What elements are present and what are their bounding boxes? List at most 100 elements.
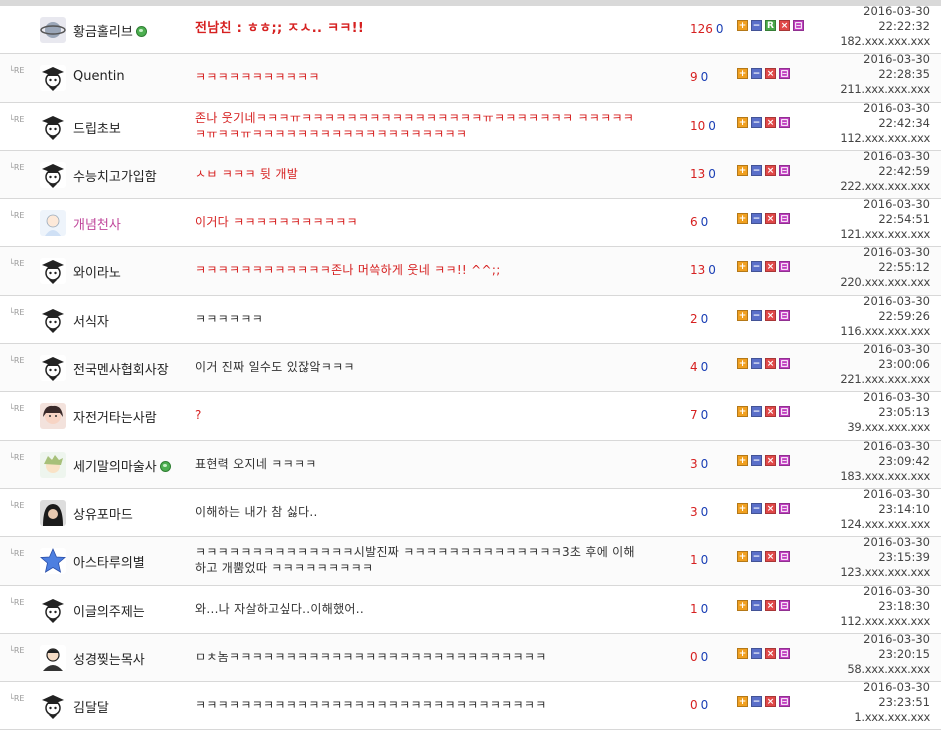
nickname[interactable]: 개념천사 [73,214,121,233]
delete-button[interactable]: × [765,68,776,80]
downvote-button[interactable]: − [751,116,762,128]
nickname-text[interactable]: 수능치고가입함 [73,170,157,185]
avatar-icon[interactable] [40,403,66,430]
downvote-button[interactable]: − [751,696,762,708]
downvote-button[interactable]: − [751,647,762,659]
upvote-button[interactable]: + [737,551,748,563]
nickname-text[interactable]: 이글의주제는 [73,605,145,620]
downvote-button[interactable]: − [751,358,762,370]
delete-button[interactable]: × [765,454,776,466]
avatar-icon[interactable] [40,644,66,671]
report-button[interactable] [779,116,790,128]
nickname[interactable]: 서식자 [73,311,109,330]
report-button[interactable] [779,164,790,176]
report-button[interactable] [779,309,790,321]
delete-button[interactable]: × [765,116,776,128]
nickname-text[interactable]: 서식자 [73,315,109,330]
nickname-text[interactable]: 상유포마드 [73,508,133,523]
nickname[interactable]: Quentin [73,69,125,84]
nickname[interactable]: 와이라노 [73,262,121,281]
nickname-text[interactable]: 개념천사 [73,218,121,233]
nickname-text[interactable]: 황금홀리브 [73,25,133,40]
downvote-button[interactable]: − [751,164,762,176]
avatar-icon[interactable] [40,355,66,382]
downvote-button[interactable]: − [751,406,762,418]
upvote-button[interactable]: + [737,261,748,273]
nickname[interactable]: 성경찢는목사 [73,649,145,668]
report-button[interactable] [779,647,790,659]
avatar-icon[interactable] [40,161,66,188]
nickname-text[interactable]: 전국멘사협회사장 [73,363,169,378]
avatar-icon[interactable] [40,451,66,478]
avatar-icon[interactable] [40,113,66,140]
nickname[interactable]: 이글의주제는 [73,601,145,620]
report-button[interactable] [779,696,790,708]
downvote-button[interactable]: − [751,20,762,31]
report-button[interactable] [779,502,790,514]
upvote-button[interactable]: + [737,647,748,659]
avatar-icon[interactable] [40,548,66,575]
report-button[interactable] [779,261,790,273]
upvote-button[interactable]: + [737,406,748,418]
upvote-button[interactable]: + [737,164,748,176]
avatar-icon[interactable] [40,17,66,43]
report-button[interactable] [793,20,804,31]
report-button[interactable] [779,68,790,80]
avatar-icon[interactable] [40,693,66,720]
upvote-button[interactable]: + [737,68,748,80]
downvote-button[interactable]: − [751,68,762,80]
nickname-text[interactable]: 아스타루의별 [73,556,145,571]
upvote-button[interactable]: + [737,20,748,31]
report-button[interactable] [779,454,790,466]
nickname[interactable]: 세기말의마술사 [73,456,171,475]
report-button[interactable] [779,358,790,370]
upvote-button[interactable]: + [737,213,748,225]
nickname-text[interactable]: 자전거타는사람 [73,411,157,426]
avatar-icon[interactable] [40,258,66,285]
delete-button[interactable]: × [765,647,776,659]
nickname[interactable]: 자전거타는사람 [73,407,157,426]
nickname-text[interactable]: 드립초보 [73,122,121,137]
delete-button[interactable]: × [765,358,776,370]
delete-button[interactable]: × [765,696,776,708]
upvote-button[interactable]: + [737,358,748,370]
delete-button[interactable]: × [765,502,776,514]
avatar-icon[interactable] [40,596,66,623]
delete-button[interactable]: × [765,164,776,176]
delete-button[interactable]: × [765,261,776,273]
avatar-icon[interactable] [40,499,66,526]
nickname-text[interactable]: 와이라노 [73,266,121,281]
avatar-icon[interactable] [40,306,66,333]
downvote-button[interactable]: − [751,599,762,611]
nickname-text[interactable]: Quentin [73,69,125,84]
nickname-text[interactable]: 김달달 [73,701,109,716]
delete-button[interactable]: × [765,599,776,611]
nickname-text[interactable]: 성경찢는목사 [73,653,145,668]
downvote-button[interactable]: − [751,309,762,321]
downvote-button[interactable]: − [751,454,762,466]
nickname[interactable]: 전국멘사협회사장 [73,359,169,378]
upvote-button[interactable]: + [737,116,748,128]
nickname[interactable]: 김달달 [73,697,109,716]
nickname[interactable]: 황금홀리브 [73,21,147,40]
avatar-icon[interactable] [40,65,66,92]
delete-button[interactable]: × [779,20,790,31]
downvote-button[interactable]: − [751,502,762,514]
nickname[interactable]: 상유포마드 [73,504,133,523]
nickname[interactable]: 드립초보 [73,118,121,137]
upvote-button[interactable]: + [737,599,748,611]
upvote-button[interactable]: + [737,502,748,514]
nickname[interactable]: 아스타루의별 [73,552,145,571]
avatar-icon[interactable] [40,210,66,237]
downvote-button[interactable]: − [751,551,762,563]
nickname-text[interactable]: 세기말의마술사 [73,460,157,475]
report-button[interactable] [779,213,790,225]
reply-button[interactable]: R [765,20,776,31]
delete-button[interactable]: × [765,213,776,225]
report-button[interactable] [779,551,790,563]
report-button[interactable] [779,406,790,418]
report-button[interactable] [779,599,790,611]
downvote-button[interactable]: − [751,261,762,273]
upvote-button[interactable]: + [737,309,748,321]
nickname[interactable]: 수능치고가입함 [73,166,157,185]
